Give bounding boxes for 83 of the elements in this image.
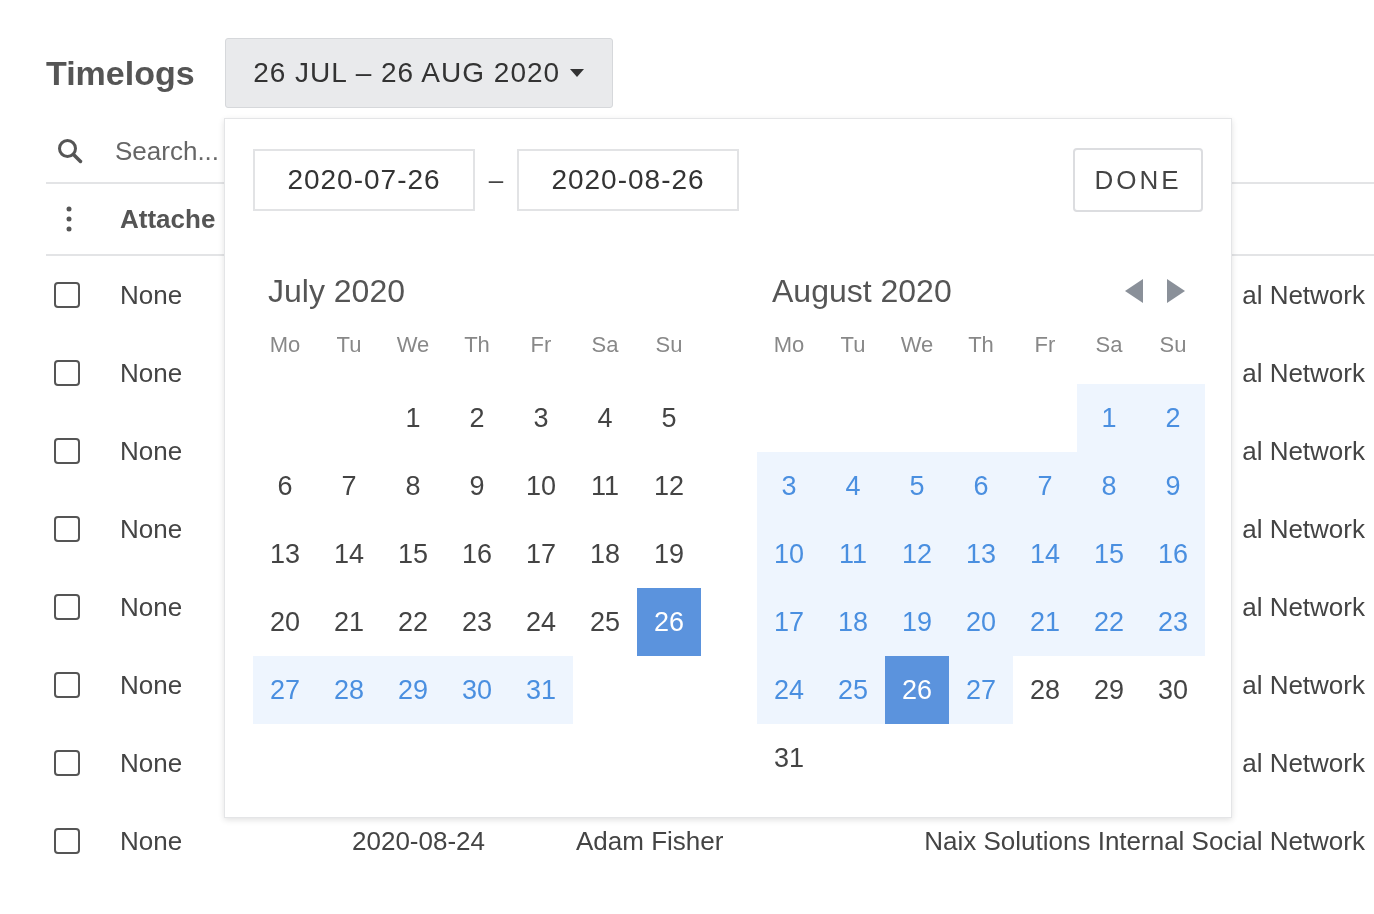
start-date-field[interactable]: 2020-07-26	[253, 149, 475, 211]
calendar-day[interactable]: 29	[1077, 656, 1141, 724]
calendar-day[interactable]: 12	[637, 452, 701, 520]
weekday-label: Tu	[839, 331, 867, 359]
table-cell: al Network	[1242, 357, 1365, 389]
table-cell: al Network	[1242, 513, 1365, 545]
range-separator: –	[487, 164, 505, 196]
more-icon[interactable]	[66, 206, 72, 232]
done-button[interactable]: DONE	[1073, 148, 1203, 212]
table-cell: al Network	[1242, 747, 1365, 779]
calendar-day[interactable]: 16	[445, 520, 509, 588]
table-cell: al Network	[1242, 591, 1365, 623]
table-cell: Naix Solutions Internal Social Network	[924, 825, 1365, 857]
table-cell: None	[120, 747, 183, 779]
table-cell: None	[120, 669, 183, 701]
calendar-day[interactable]: 20	[253, 588, 317, 656]
caret-icon	[570, 69, 585, 77]
weekday-label: Mo	[772, 331, 806, 359]
calendar-day[interactable]: 6	[253, 452, 317, 520]
search-icon	[57, 138, 83, 164]
weekday-label: Fr	[529, 331, 553, 359]
month-title: August 2020	[772, 272, 952, 310]
table-cell: al Network	[1242, 279, 1365, 311]
calendar-day[interactable]: 5	[637, 384, 701, 452]
table-cell: Adam Fisher	[576, 825, 724, 857]
table-cell: None	[120, 279, 183, 311]
date-range-button[interactable]: 26 JUL – 26 AUG 2020	[224, 38, 613, 108]
calendar-day[interactable]: 3	[509, 384, 573, 452]
calendar-day[interactable]: 10	[509, 452, 573, 520]
weekday-label: We	[395, 331, 431, 359]
calendar-day[interactable]: 15	[381, 520, 445, 588]
calendar-day[interactable]: 24	[509, 588, 573, 656]
table-cell: None	[120, 591, 183, 623]
month-title: July 2020	[268, 272, 405, 310]
table-cell: None	[120, 435, 183, 467]
checkbox[interactable]	[54, 438, 80, 464]
checkbox[interactable]	[54, 594, 80, 620]
calendar-day[interactable]: 9	[445, 452, 509, 520]
table-cell: None	[120, 825, 183, 857]
previous-icon[interactable]	[1125, 279, 1145, 303]
weekday-label: Fr	[1033, 331, 1057, 359]
calendar-day[interactable]: 31	[757, 724, 821, 792]
page-title: Timelogs	[46, 53, 195, 93]
weekday-label: Su	[1158, 331, 1188, 359]
calendar-day[interactable]: 2	[445, 384, 509, 452]
table-cell: al Network	[1242, 669, 1365, 701]
checkbox[interactable]	[54, 282, 80, 308]
calendar-day[interactable]: 22	[381, 588, 445, 656]
calendar-day[interactable]: 11	[573, 452, 637, 520]
end-date-field[interactable]: 2020-08-26	[517, 149, 739, 211]
table-cell: None	[120, 357, 183, 389]
calendar-day[interactable]: 13	[253, 520, 317, 588]
weekday-label: Th	[967, 331, 995, 359]
calendar-day[interactable]: 19	[637, 520, 701, 588]
next-icon[interactable]	[1165, 279, 1185, 303]
calendar-day[interactable]: 8	[381, 452, 445, 520]
calendar-day[interactable]: 25	[573, 588, 637, 656]
table-cell: 2020-08-24	[352, 825, 485, 857]
checkbox[interactable]	[54, 516, 80, 542]
weekday-label: Su	[654, 331, 684, 359]
weekday-label: Th	[463, 331, 491, 359]
table-cell: None	[120, 513, 183, 545]
checkbox[interactable]	[54, 828, 80, 854]
checkbox[interactable]	[54, 672, 80, 698]
column-header[interactable]: Attache	[120, 203, 216, 235]
weekday-label: Sa	[1094, 331, 1124, 359]
calendar-day[interactable]: 23	[445, 588, 509, 656]
calendar-day[interactable]: 4	[573, 384, 637, 452]
calendar-day[interactable]: 28	[1013, 656, 1077, 724]
table-cell: al Network	[1242, 435, 1365, 467]
weekday-label: Sa	[590, 331, 620, 359]
calendar-day[interactable]: 1	[381, 384, 445, 452]
checkbox[interactable]	[54, 360, 80, 386]
calendar-day[interactable]: 7	[317, 452, 381, 520]
calendar-day[interactable]: 14	[317, 520, 381, 588]
weekday-label: Mo	[268, 331, 302, 359]
weekday-label: We	[899, 331, 935, 359]
calendar-day[interactable]: 21	[317, 588, 381, 656]
calendar-day[interactable]: 30	[1141, 656, 1205, 724]
calendar-day[interactable]: 17	[509, 520, 573, 588]
checkbox[interactable]	[54, 750, 80, 776]
calendar-day[interactable]: 18	[573, 520, 637, 588]
weekday-label: Tu	[335, 331, 363, 359]
